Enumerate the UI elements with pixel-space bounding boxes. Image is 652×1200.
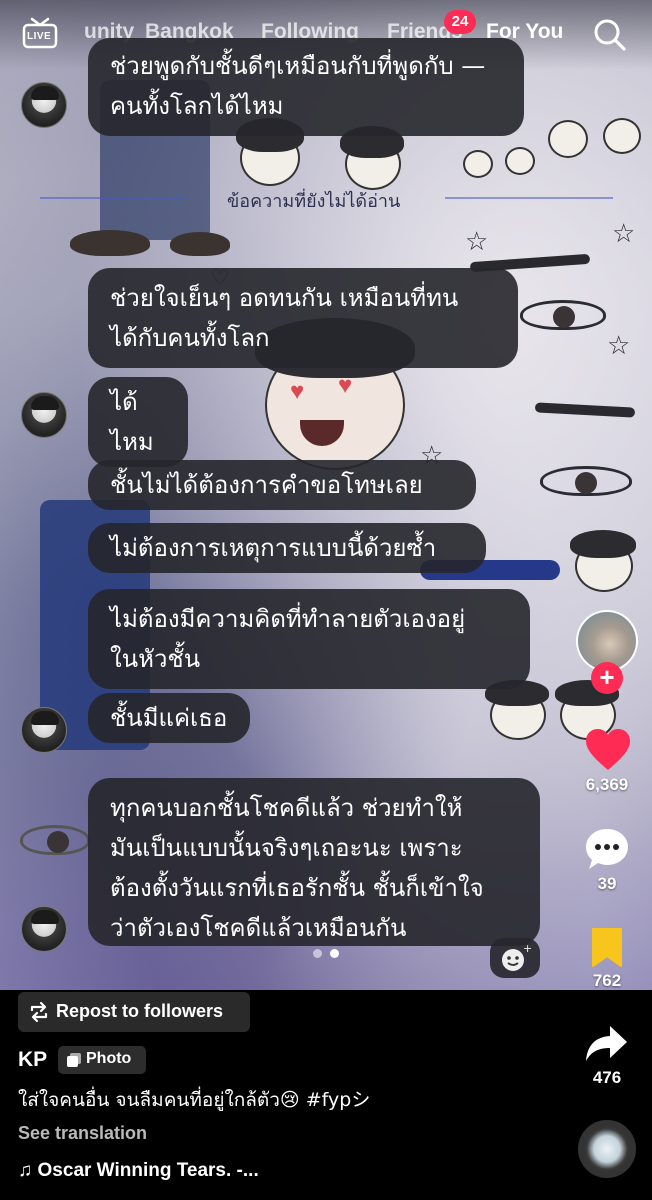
smiley-add-icon: + [502, 942, 532, 971]
photo-slide[interactable]: ♥ ♥ ☆ ☆ ☆ ☆ ♡ LIVE unity Bangkok [0, 0, 652, 990]
bookmark-icon [592, 928, 622, 967]
chat-bubble: ไม่ต้องการเหตุการแบบนี้ด้วยซ้ำ [88, 523, 486, 573]
chat-bubble: ชั้นมีแค่เธอ [88, 693, 250, 743]
share-button[interactable] [584, 1024, 628, 1064]
message-line: ได้กับคนทั้งโลก [110, 324, 270, 352]
avatar [21, 906, 67, 952]
unread-divider [40, 197, 185, 199]
chat-bubble: ช่วยใจเย็นๆ อดทนกัน เหมือนที่ทน ได้กับคน… [88, 268, 518, 368]
music-title[interactable]: ♫ Oscar Winning Tears. -... [18, 1160, 259, 1182]
share-count: 476 [592, 1068, 622, 1087]
unread-divider [445, 197, 613, 199]
avatar [21, 82, 67, 128]
photo-type-badge: Photo [58, 1046, 146, 1074]
carousel-indicator [313, 949, 339, 958]
avatar [21, 707, 67, 753]
message-line: คนทั้งโลกได้ไหม [110, 92, 284, 120]
carousel-dot[interactable] [313, 949, 322, 958]
heart-icon [586, 729, 630, 770]
message-line: ไม่ต้องการเหตุการแบบนี้ด้วยซ้ำ [110, 534, 437, 562]
svg-text:+: + [523, 942, 532, 955]
message-line: ต้องตั้งวันแรกที่เธอรักชั้น ชั้นก็เข้าใจ [110, 874, 484, 902]
chat-bubble: ไม่ต้องมีความคิดที่ทำลายตัวเองอยู่ ในหัว… [88, 589, 530, 689]
share-arrow-icon [586, 1026, 627, 1061]
live-button[interactable]: LIVE [22, 17, 58, 49]
comment-count: 39 [597, 874, 617, 893]
save-count: 762 [592, 971, 622, 990]
like-button[interactable] [584, 728, 632, 772]
repost-label: Repost to followers [56, 1001, 224, 1021]
message-line: ทุกคนบอกชั้นโชคดีแล้ว ช่วยทำให้ [110, 794, 463, 822]
message-line: ชั้นมีแค่เธอ [110, 704, 228, 732]
chat-bubble: ทุกคนบอกชั้นโชคดีแล้ว ช่วยทำให้ มันเป็นแ… [88, 778, 540, 946]
comment-icon [586, 829, 628, 869]
friends-notification-badge: 24 [444, 10, 476, 34]
photo-type-label: Photo [86, 1050, 132, 1067]
unread-label: ข้อความที่ยังไม่ได้อ่าน [227, 191, 401, 212]
message-line: ช่วยใจเย็นๆ อดทนกัน เหมือนที่ทน [110, 284, 459, 312]
message-line: ชั้นไม่ได้ต้องการคำขอโทษเลย [110, 471, 423, 499]
message-line: มันเป็นแบบนั้นจริงๆเถอะนะ เพราะ [110, 834, 463, 862]
music-disc[interactable] [578, 1120, 636, 1178]
chat-bubble: ชั้นไม่ได้ต้องการคำขอโทษเลย [88, 460, 476, 510]
message-line: ช่วยพูดกับชั้นดีๆเหมือนกับที่พูดกับ — [110, 52, 486, 80]
chat-bubble: ช่วยพูดกับชั้นดีๆเหมือนกับที่พูดกับ — คน… [88, 38, 524, 136]
message-line: ได้ไหม [110, 388, 154, 456]
search-icon [594, 19, 626, 51]
avatar [21, 392, 67, 438]
message-line: ในหัวชั้น [110, 645, 201, 673]
live-label: LIVE [27, 31, 52, 42]
carousel-dot-active[interactable] [330, 949, 339, 958]
photo-icon [67, 1053, 81, 1067]
author-name[interactable]: KP [18, 1048, 47, 1072]
comment-button[interactable] [584, 826, 630, 872]
see-translation-link[interactable]: See translation [18, 1123, 147, 1144]
repost-icon [30, 1001, 48, 1023]
follow-button[interactable]: + [591, 662, 623, 694]
post-caption[interactable]: ใส่ใจคนอื่น จนลืมคนที่อยู่ใกล้ตัว😢 #fypシ [18, 1085, 370, 1115]
sticker-button: + [490, 938, 540, 978]
message-line: ไม่ต้องมีความคิดที่ทำลายตัวเองอยู่ [110, 605, 466, 633]
repost-button[interactable]: Repost to followers [18, 992, 250, 1032]
search-button[interactable] [593, 18, 627, 52]
message-line: ว่าตัวเองโชคดีแล้วเหมือนกัน [110, 914, 407, 942]
like-count: 6,369 [585, 775, 629, 794]
save-button[interactable] [590, 926, 624, 968]
chat-bubble: ได้ไหม [88, 377, 188, 467]
